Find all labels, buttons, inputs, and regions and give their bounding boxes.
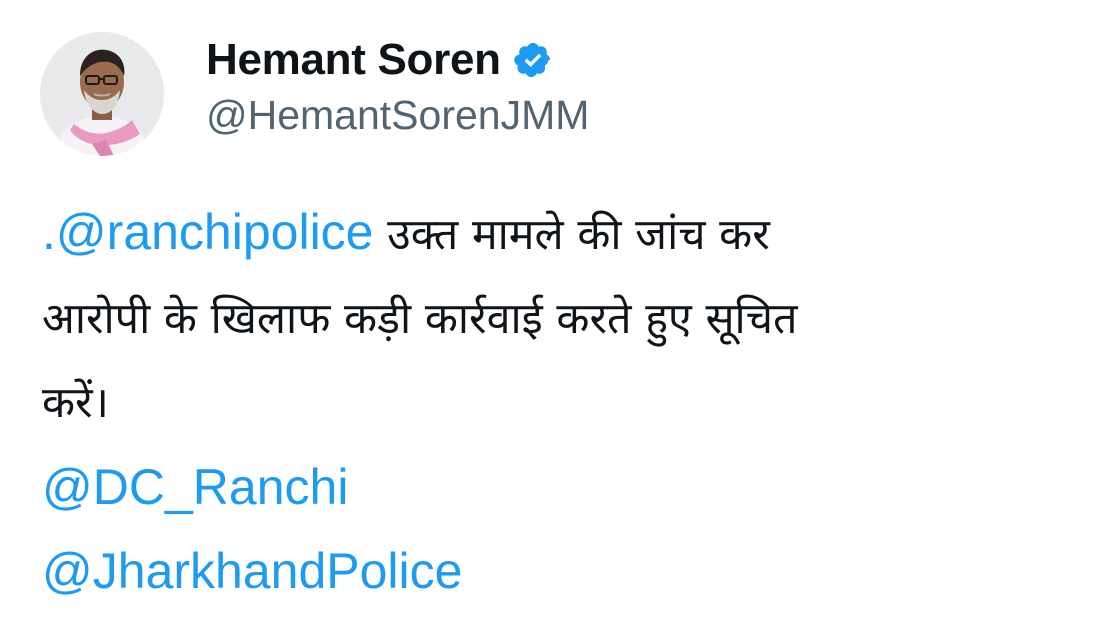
author-handle[interactable]: @HemantSorenJMM bbox=[206, 92, 589, 139]
tweet-line-1: .@ranchipolice उक्त मामले की जांच कर bbox=[42, 190, 1102, 277]
mention-jharkhandpolice[interactable]: @JharkhandPolice bbox=[42, 529, 1102, 613]
tweet-line-1-text: उक्त मामले की जांच कर bbox=[373, 210, 770, 260]
verified-badge-icon[interactable] bbox=[513, 40, 553, 80]
avatar[interactable] bbox=[40, 32, 164, 156]
avatar-image bbox=[40, 32, 164, 156]
author-name-row: Hemant Soren bbox=[206, 30, 553, 90]
tweet-card: Hemant Soren @HemantSorenJMM .@ranchipol… bbox=[0, 0, 1120, 630]
mention-ranchipolice[interactable]: @ranchipolice bbox=[56, 204, 374, 260]
tweet-line-3: करें। bbox=[42, 378, 109, 428]
tweet-line-2: आरोपी के खिलाफ कड़ी कार्रवाई करते हुए सू… bbox=[42, 294, 798, 344]
author-display-name[interactable]: Hemant Soren bbox=[206, 35, 501, 85]
tweet-prefix: . bbox=[42, 204, 56, 260]
tweet-text: .@ranchipolice उक्त मामले की जांच कर आरो… bbox=[42, 190, 1102, 613]
mention-dc-ranchi[interactable]: @DC_Ranchi bbox=[42, 445, 1102, 529]
